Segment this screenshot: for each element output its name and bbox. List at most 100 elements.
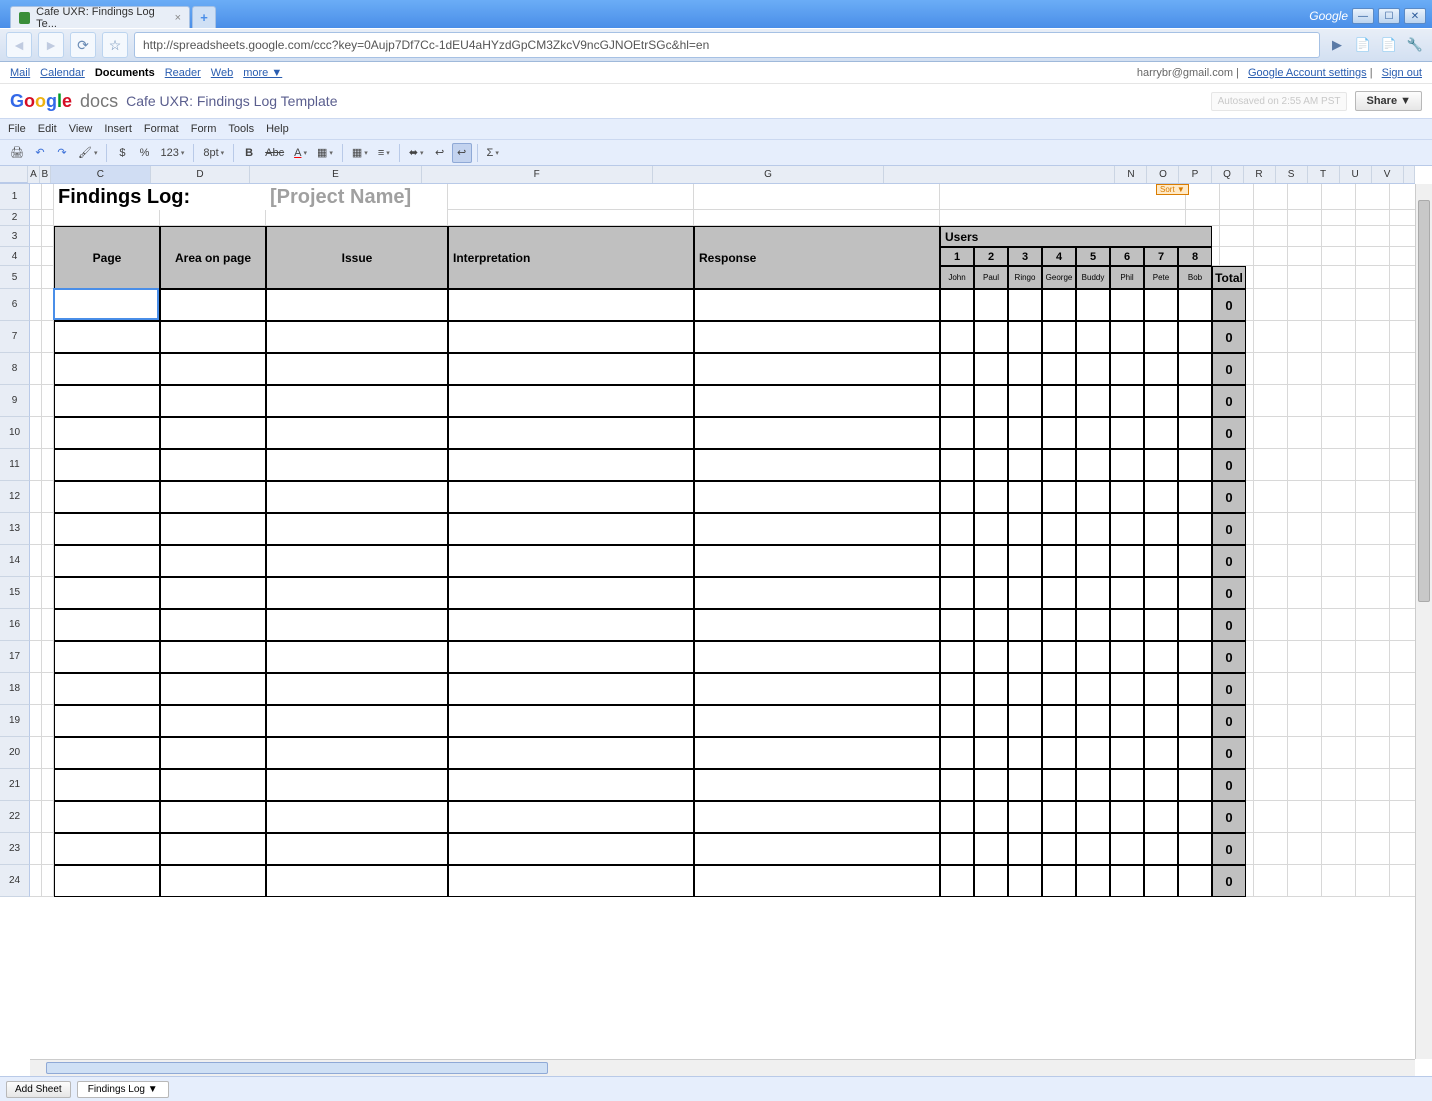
cell-total-12[interactable]: 0: [1212, 641, 1246, 673]
th-user-name-buddy[interactable]: Buddy: [1076, 266, 1110, 289]
cell-user8-19[interactable]: [1178, 865, 1212, 897]
page-menu-icon[interactable]: 📄: [1352, 34, 1374, 56]
col-header-V[interactable]: V: [1372, 166, 1404, 183]
cell-interp-2[interactable]: [448, 321, 694, 353]
cell-user1-15[interactable]: [940, 737, 974, 769]
cell-user3-19[interactable]: [1008, 865, 1042, 897]
cell-interp-14[interactable]: [448, 705, 694, 737]
cell-user6-4[interactable]: [1110, 385, 1144, 417]
cell-user5-19[interactable]: [1076, 865, 1110, 897]
cell-user6-17[interactable]: [1110, 801, 1144, 833]
cell-total-6[interactable]: 0: [1212, 449, 1246, 481]
cell-total-1[interactable]: 0: [1212, 289, 1246, 321]
cell-user5-14[interactable]: [1076, 705, 1110, 737]
cell-user1-2[interactable]: [940, 321, 974, 353]
cell-total-10[interactable]: 0: [1212, 577, 1246, 609]
number-format-button[interactable]: 123: [156, 143, 188, 163]
cell-user7-17[interactable]: [1144, 801, 1178, 833]
wrap-button[interactable]: ↩: [430, 143, 450, 163]
cell-user7-3[interactable]: [1144, 353, 1178, 385]
cell-user6-18[interactable]: [1110, 833, 1144, 865]
cell-user8-4[interactable]: [1178, 385, 1212, 417]
col-header-E[interactable]: E: [250, 166, 421, 183]
row-header-5[interactable]: 5: [0, 266, 30, 289]
cell-total-14[interactable]: 0: [1212, 705, 1246, 737]
cell-user1-7[interactable]: [940, 481, 974, 513]
cell-user3-15[interactable]: [1008, 737, 1042, 769]
cell-user1-9[interactable]: [940, 545, 974, 577]
cell-issue-11[interactable]: [266, 609, 448, 641]
cell-interp-3[interactable]: [448, 353, 694, 385]
cell-page-6[interactable]: [54, 449, 160, 481]
cell-user7-12[interactable]: [1144, 641, 1178, 673]
cell-user6-6[interactable]: [1110, 449, 1144, 481]
cell-user3-5[interactable]: [1008, 417, 1042, 449]
th-interp[interactable]: Interpretation: [448, 226, 694, 289]
cell-user4-8[interactable]: [1042, 513, 1076, 545]
cell-response-3[interactable]: [694, 353, 940, 385]
cell-page-15[interactable]: [54, 737, 160, 769]
cell-user2-8[interactable]: [974, 513, 1008, 545]
cell-user7-16[interactable]: [1144, 769, 1178, 801]
row-header-15[interactable]: 15: [0, 577, 30, 609]
cell-user8-12[interactable]: [1178, 641, 1212, 673]
cell-interp-10[interactable]: [448, 577, 694, 609]
cell-user4-6[interactable]: [1042, 449, 1076, 481]
cell-user2-3[interactable]: [974, 353, 1008, 385]
cell-user8-14[interactable]: [1178, 705, 1212, 737]
cell-interp-18[interactable]: [448, 833, 694, 865]
wrap-on-button[interactable]: ↩: [452, 143, 472, 163]
cell-user1-18[interactable]: [940, 833, 974, 865]
go-button[interactable]: ▶: [1326, 34, 1348, 56]
cell-user1-10[interactable]: [940, 577, 974, 609]
cell-user3-10[interactable]: [1008, 577, 1042, 609]
menu-file[interactable]: File: [8, 123, 26, 135]
th-response[interactable]: Response: [694, 226, 940, 289]
minimize-button[interactable]: —: [1352, 8, 1374, 24]
cell-grid[interactable]: Findings Log:[Project Name]Sort ▼PageAre…: [30, 184, 1415, 1059]
cell-area-4[interactable]: [160, 385, 266, 417]
print-button[interactable]: 🖨: [6, 143, 28, 163]
cell-user3-4[interactable]: [1008, 385, 1042, 417]
cell-user7-6[interactable]: [1144, 449, 1178, 481]
cell-area-15[interactable]: [160, 737, 266, 769]
cell-area-2[interactable]: [160, 321, 266, 353]
url-input[interactable]: http://spreadsheets.google.com/ccc?key=0…: [134, 32, 1320, 58]
merge-button[interactable]: ⬌: [405, 143, 428, 163]
cell-total-9[interactable]: 0: [1212, 545, 1246, 577]
reload-button[interactable]: ⟳: [70, 32, 96, 58]
cell-response-5[interactable]: [694, 417, 940, 449]
th-user-name-paul[interactable]: Paul: [974, 266, 1008, 289]
bookmark-button[interactable]: ☆: [102, 32, 128, 58]
th-users[interactable]: Users: [940, 226, 1212, 247]
gbar-link-web[interactable]: Web: [211, 67, 233, 79]
cell-interp-4[interactable]: [448, 385, 694, 417]
cell-area-3[interactable]: [160, 353, 266, 385]
cell-user6-8[interactable]: [1110, 513, 1144, 545]
row-header-22[interactable]: 22: [0, 801, 30, 833]
cell-user8-18[interactable]: [1178, 833, 1212, 865]
cell-user8-13[interactable]: [1178, 673, 1212, 705]
cell-user3-12[interactable]: [1008, 641, 1042, 673]
cell-user8-1[interactable]: [1178, 289, 1212, 321]
cell-user5-13[interactable]: [1076, 673, 1110, 705]
cell-response-11[interactable]: [694, 609, 940, 641]
cell-response-18[interactable]: [694, 833, 940, 865]
cell-issue-17[interactable]: [266, 801, 448, 833]
cell-user6-12[interactable]: [1110, 641, 1144, 673]
row-header-9[interactable]: 9: [0, 385, 30, 417]
signout-link[interactable]: Sign out: [1382, 67, 1422, 79]
cell-response-16[interactable]: [694, 769, 940, 801]
cell-user4-14[interactable]: [1042, 705, 1076, 737]
cell-response-4[interactable]: [694, 385, 940, 417]
cell-user5-12[interactable]: [1076, 641, 1110, 673]
cell-page-14[interactable]: [54, 705, 160, 737]
cell-user3-18[interactable]: [1008, 833, 1042, 865]
gbar-link-calendar[interactable]: Calendar: [40, 67, 85, 79]
cell-total-18[interactable]: 0: [1212, 833, 1246, 865]
cell-issue-3[interactable]: [266, 353, 448, 385]
cell-interp-5[interactable]: [448, 417, 694, 449]
cell-user1-4[interactable]: [940, 385, 974, 417]
cell-user3-3[interactable]: [1008, 353, 1042, 385]
cell-user5-9[interactable]: [1076, 545, 1110, 577]
